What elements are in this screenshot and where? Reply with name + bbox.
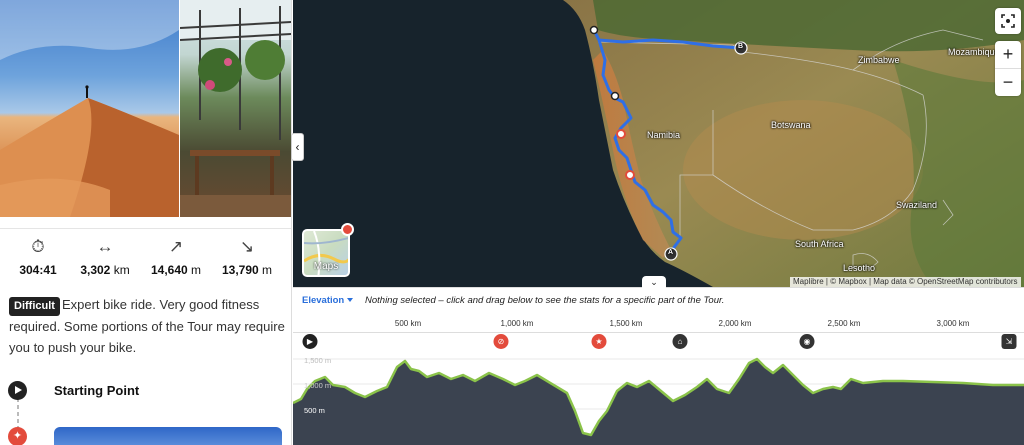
tick-2000: 2,000 km bbox=[718, 319, 752, 328]
zoom-controls: + − bbox=[995, 41, 1021, 96]
collapse-sidebar-button[interactable]: ‹ bbox=[291, 133, 304, 161]
map-layers-label: Maps bbox=[313, 261, 339, 272]
tour-stats: ⏱ 304:41 ↔ 3,302 km ↗ 14,640 m ↘ 13,790 … bbox=[0, 228, 291, 288]
tour-sidebar: ⏱ 304:41 ↔ 3,302 km ↗ 14,640 m ↘ 13,790 … bbox=[0, 0, 292, 445]
y-label-500: 500 m bbox=[304, 406, 325, 415]
tick-2500: 2,500 km bbox=[827, 319, 861, 328]
map-layers-button[interactable]: Maps bbox=[302, 229, 350, 277]
stopwatch-icon: ⏱ bbox=[31, 237, 45, 256]
museum-poi-icon[interactable]: ⌂ bbox=[672, 334, 688, 349]
tick-3000: 3,000 km bbox=[936, 319, 970, 328]
selection-hint: Nothing selected – click and drag below … bbox=[365, 295, 725, 306]
timeline-connector bbox=[17, 398, 19, 428]
viewpoint-poi-icon[interactable]: ◉ bbox=[799, 334, 815, 349]
label-south-africa: South Africa bbox=[795, 239, 844, 249]
label-botswana: Botswana bbox=[771, 120, 811, 130]
stat-distance-unit: km bbox=[113, 263, 130, 277]
focus-icon bbox=[1001, 14, 1015, 28]
label-namibia: Namibia bbox=[647, 130, 681, 140]
elevation-profile[interactable] bbox=[293, 351, 1024, 445]
distance-axis: 500 km 1,000 km 1,500 km 2,000 km 2,500 … bbox=[293, 319, 1024, 333]
tick-1000: 1,000 km bbox=[500, 319, 534, 328]
label-zimbabwe: Zimbabwe bbox=[858, 55, 900, 65]
map-attribution[interactable]: Maplibre | © Mapbox | Map data © OpenStr… bbox=[790, 277, 1021, 287]
notification-dot bbox=[341, 223, 354, 236]
stat-uphill: ↗ 14,640 m bbox=[141, 237, 211, 277]
finish-poi-icon[interactable]: ⇲ bbox=[1001, 334, 1017, 349]
tour-photo-gallery bbox=[0, 0, 291, 217]
y-label-1000: 1,000 m bbox=[304, 381, 332, 390]
zoom-in-button[interactable]: + bbox=[995, 41, 1021, 68]
label-lesotho: Lesotho bbox=[843, 263, 876, 273]
star-poi-icon[interactable]: ★ bbox=[591, 334, 607, 349]
stat-duration-value: 304:41 bbox=[19, 263, 57, 277]
waypoint-photo[interactable] bbox=[54, 427, 282, 445]
tour-page: ⏱ 304:41 ↔ 3,302 km ↗ 14,640 m ↘ 13,790 … bbox=[0, 0, 1024, 445]
downhill-icon: ↘ bbox=[239, 237, 255, 256]
label-swaziland: Swaziland bbox=[896, 200, 938, 210]
start-marker-label[interactable]: A bbox=[668, 249, 673, 256]
start-point-icon bbox=[8, 381, 27, 400]
stat-downhill-value: 13,790 bbox=[221, 263, 259, 277]
stat-duration: ⏱ 304:41 bbox=[3, 237, 73, 277]
locate-fullscreen-button[interactable] bbox=[995, 8, 1021, 34]
stat-downhill-unit: m bbox=[262, 263, 273, 277]
distance-icon: ↔ bbox=[96, 237, 114, 256]
caret-down-icon bbox=[347, 298, 354, 303]
expand-map-button[interactable]: ⌄ bbox=[642, 276, 666, 289]
zoom-out-button[interactable]: − bbox=[995, 68, 1021, 95]
hiking-waypoint-icon: ✦ bbox=[8, 427, 27, 445]
bike-poi-icon[interactable]: ⊘ bbox=[493, 334, 509, 349]
y-label-1500: 1,500 m bbox=[304, 356, 332, 365]
stat-distance-value: 3,302 bbox=[80, 263, 111, 277]
elevation-dropdown[interactable]: Elevation bbox=[302, 295, 354, 306]
tick-1500: 1,500 km bbox=[609, 319, 643, 328]
elevation-panel: Elevation Nothing selected – click and d… bbox=[293, 287, 1024, 445]
start-poi-icon[interactable]: ▶ bbox=[302, 334, 318, 349]
stat-uphill-unit: m bbox=[191, 263, 202, 277]
stat-distance: ↔ 3,302 km bbox=[70, 237, 140, 277]
elevation-tab-label: Elevation bbox=[302, 295, 345, 306]
label-mozambique: Mozambique bbox=[948, 47, 1000, 57]
difficulty-description: Difficult Expert bike ride. Very good fit… bbox=[9, 294, 285, 358]
starting-point-label[interactable]: Starting Point bbox=[54, 383, 139, 398]
tick-500: 500 km bbox=[394, 319, 422, 328]
stat-uphill-value: 14,640 bbox=[150, 263, 188, 277]
photo-pergola[interactable] bbox=[180, 0, 291, 217]
end-marker-label[interactable]: B bbox=[738, 43, 743, 50]
stat-downhill: ↘ 13,790 m bbox=[212, 237, 282, 277]
route-map[interactable]: Namibia Botswana Zimbabwe Mozambique Sou… bbox=[293, 0, 1024, 287]
photo-dune[interactable] bbox=[0, 0, 179, 217]
difficulty-badge: Difficult bbox=[9, 297, 60, 316]
uphill-icon: ↗ bbox=[168, 237, 184, 256]
